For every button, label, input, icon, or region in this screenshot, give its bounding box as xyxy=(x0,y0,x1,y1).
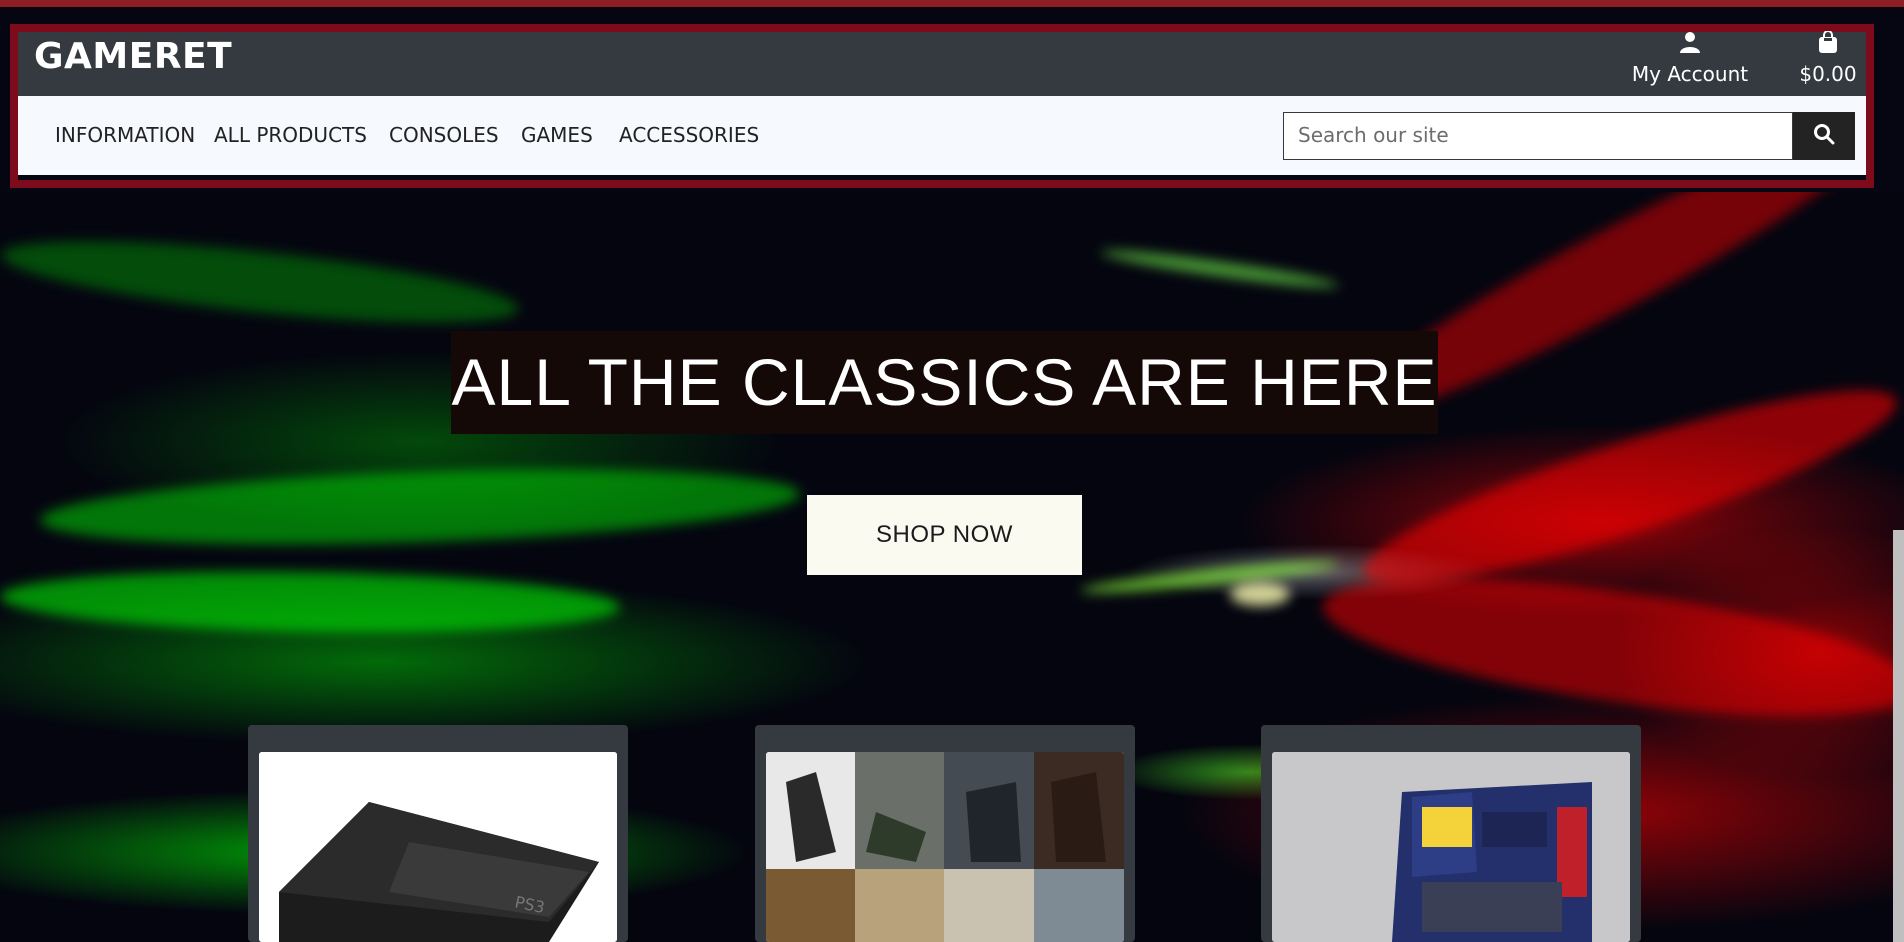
search-input[interactable] xyxy=(1284,113,1778,157)
product-card[interactable] xyxy=(755,725,1135,942)
shopping-bag-icon xyxy=(1817,30,1839,58)
my-account-link[interactable]: My Account xyxy=(1620,32,1760,92)
search-field xyxy=(1283,112,1793,160)
product-card[interactable] xyxy=(1261,725,1641,942)
header-highlight-frame xyxy=(10,24,1874,188)
retro-game-box-image xyxy=(1272,752,1630,942)
hero-green-streak xyxy=(0,566,621,638)
cart-link[interactable]: $0.00 xyxy=(1790,30,1866,92)
top-accent-strip xyxy=(0,0,1904,7)
product-card[interactable]: PS3 xyxy=(248,725,628,942)
hero-headline: ALL THE CLASSICS ARE HERE xyxy=(451,331,1438,434)
cart-total: $0.00 xyxy=(1799,62,1857,86)
search-icon xyxy=(1813,123,1835,149)
my-account-label: My Account xyxy=(1631,62,1749,86)
game-covers-collage-image xyxy=(766,752,1124,942)
console-product-image: PS3 xyxy=(259,752,617,942)
hero-light-glow xyxy=(1230,582,1290,606)
hero-green-streak xyxy=(39,458,801,556)
shop-now-button[interactable]: SHOP NOW xyxy=(807,495,1082,575)
page-scrollbar[interactable] xyxy=(1893,530,1904,942)
hero-red-streak xyxy=(1315,550,1904,744)
site-logo[interactable]: GAMERET xyxy=(34,36,232,77)
hero-green-streak xyxy=(1100,245,1340,293)
hero-green-streak xyxy=(0,224,522,340)
hero-green-streak xyxy=(1079,556,1341,598)
search-button[interactable] xyxy=(1793,112,1855,160)
user-icon xyxy=(1679,31,1701,58)
